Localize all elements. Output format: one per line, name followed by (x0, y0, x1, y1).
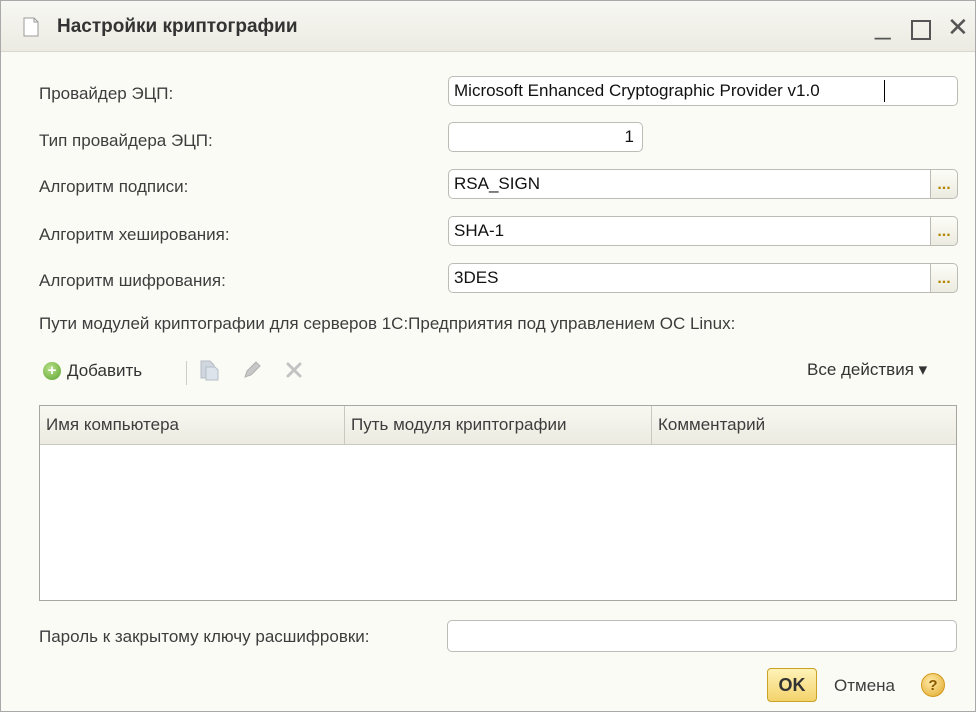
help-icon[interactable]: ? (921, 673, 945, 697)
toolbar-separator (186, 361, 187, 385)
hash-algorithm-label: Алгоритм хеширования: (39, 225, 230, 244)
delete-x-icon[interactable] (283, 359, 305, 381)
provider-input[interactable]: Microsoft Enhanced Cryptographic Provide… (448, 76, 958, 106)
provider-type-label: Тип провайдера ЭЦП: (39, 131, 213, 150)
encryption-algorithm-label: Алгоритм шифрования: (39, 271, 226, 290)
window-title: Настройки криптографии (57, 16, 298, 37)
title-bar: Настройки криптографии _ ✕ (1, 1, 975, 52)
plus-circle-icon: + (43, 362, 61, 380)
hash-algorithm-select-button[interactable]: ... (930, 216, 958, 246)
crypto-settings-window: Настройки криптографии _ ✕ Провайдер ЭЦП… (0, 0, 976, 712)
sign-algorithm-input[interactable]: RSA_SIGN (448, 169, 931, 199)
sign-algorithm-label: Алгоритм подписи: (39, 177, 189, 196)
cancel-button[interactable]: Отмена (834, 676, 895, 696)
close-button[interactable]: ✕ (947, 7, 969, 47)
encryption-algorithm-input[interactable]: 3DES (448, 263, 931, 293)
maximize-button[interactable] (911, 20, 931, 40)
pencil-icon[interactable] (241, 359, 263, 381)
copy-icon[interactable] (198, 359, 220, 381)
text-caret (884, 80, 885, 102)
sign-algorithm-select-button[interactable]: ... (930, 169, 958, 199)
modules-table[interactable]: Имя компьютера Путь модуля криптографии … (39, 405, 957, 601)
hash-algorithm-input[interactable]: SHA-1 (448, 216, 931, 246)
password-input[interactable] (447, 620, 957, 652)
table-header: Имя компьютера Путь модуля криптографии … (40, 406, 956, 445)
ok-button[interactable]: OK (767, 668, 817, 702)
provider-label: Провайдер ЭЦП: (39, 84, 174, 103)
modules-section-label: Пути модулей криптографии для серверов 1… (39, 314, 736, 333)
minimize-button[interactable]: _ (875, 5, 891, 45)
column-header-module-path[interactable]: Путь модуля криптографии (345, 406, 652, 444)
encryption-algorithm-select-button[interactable]: ... (930, 263, 958, 293)
all-actions-menu[interactable]: Все действия ▾ (807, 360, 927, 380)
add-button-label: Добавить (67, 361, 143, 380)
document-icon (23, 17, 39, 37)
column-header-comment[interactable]: Комментарий (652, 406, 956, 444)
provider-type-input[interactable]: 1 (448, 122, 643, 152)
add-button[interactable]: + Добавить (43, 358, 142, 384)
column-header-computer-name[interactable]: Имя компьютера (40, 406, 345, 444)
password-label: Пароль к закрытому ключу расшифровки: (39, 627, 370, 646)
